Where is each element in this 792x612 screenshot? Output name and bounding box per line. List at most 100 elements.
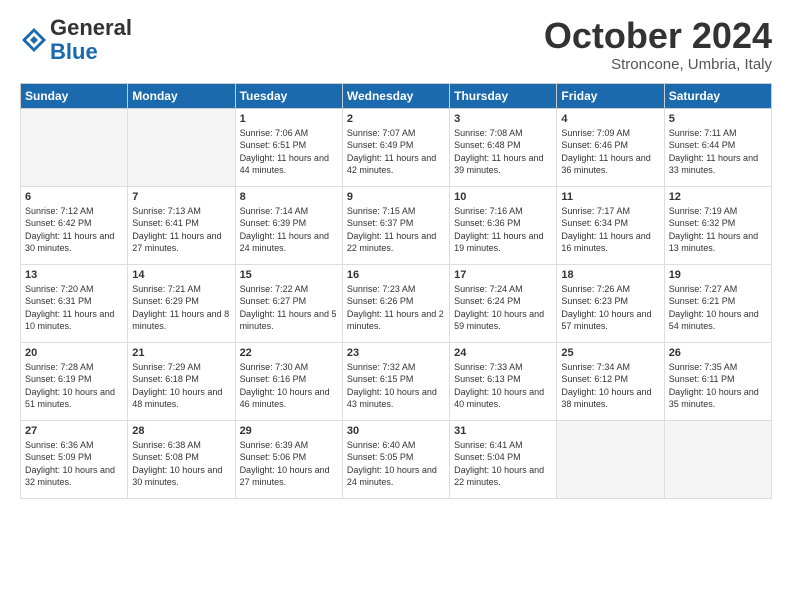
calendar-cell: 9 Sunrise: 7:15 AMSunset: 6:37 PMDaylight… [342,186,449,264]
calendar-cell: 26 Sunrise: 7:35 AMSunset: 6:11 PMDayligh… [664,342,771,420]
calendar-cell: 29Sunrise: 6:39 AMSunset: 5:06 PMDayligh… [235,420,342,498]
calendar-cell: 28Sunrise: 6:38 AMSunset: 5:08 PMDayligh… [128,420,235,498]
calendar-cell: 24 Sunrise: 7:33 AMSunset: 6:13 PMDayligh… [450,342,557,420]
day-number: 29 [240,425,338,437]
day-info: Sunrise: 7:13 AMSunset: 6:41 PMDaylight:… [132,205,230,255]
calendar-week-0: 1 Sunrise: 7:06 AMSunset: 6:51 PMDaylight… [21,108,772,186]
calendar-cell: 13 Sunrise: 7:20 AMSunset: 6:31 PMDayligh… [21,264,128,342]
calendar-week-3: 20 Sunrise: 7:28 AMSunset: 6:19 PMDayligh… [21,342,772,420]
day-info: Sunrise: 7:07 AMSunset: 6:49 PMDaylight:… [347,127,445,177]
day-info: Sunrise: 7:14 AMSunset: 6:39 PMDaylight:… [240,205,338,255]
day-number: 1 [240,113,338,125]
calendar-cell: 8 Sunrise: 7:14 AMSunset: 6:39 PMDaylight… [235,186,342,264]
calendar-cell: 25Sunrise: 7:34 AMSunset: 6:12 PMDayligh… [557,342,664,420]
day-info: Sunrise: 7:15 AMSunset: 6:37 PMDaylight:… [347,205,445,255]
calendar-cell: 21 Sunrise: 7:29 AMSunset: 6:18 PMDayligh… [128,342,235,420]
calendar-cell: 2Sunrise: 7:07 AMSunset: 6:49 PMDaylight… [342,108,449,186]
logo-general-text: General [50,15,132,40]
page-header: General Blue October 2024 Stroncone, Umb… [20,16,772,73]
calendar-cell: 20 Sunrise: 7:28 AMSunset: 6:19 PMDayligh… [21,342,128,420]
day-info: Sunrise: 7:23 AMSunset: 6:26 PMDaylight:… [347,283,445,333]
calendar-cell: 10 Sunrise: 7:16 AMSunset: 6:36 PMDayligh… [450,186,557,264]
calendar-cell: 23Sunrise: 7:32 AMSunset: 6:15 PMDayligh… [342,342,449,420]
calendar-cell: 27 Sunrise: 6:36 AMSunset: 5:09 PMDayligh… [21,420,128,498]
day-number: 11 [561,191,659,203]
day-number: 26 [669,347,767,359]
calendar-cell: 30 Sunrise: 6:40 AMSunset: 5:05 PMDayligh… [342,420,449,498]
day-info: Sunrise: 6:38 AMSunset: 5:08 PMDaylight:… [132,439,230,489]
page-container: General Blue October 2024 Stroncone, Umb… [0,0,792,509]
day-number: 7 [132,191,230,203]
day-number: 22 [240,347,338,359]
day-info: Sunrise: 7:33 AMSunset: 6:13 PMDaylight:… [454,361,552,411]
day-number: 31 [454,425,552,437]
calendar-cell: 18 Sunrise: 7:26 AMSunset: 6:23 PMDayligh… [557,264,664,342]
day-info: Sunrise: 7:12 AMSunset: 6:42 PMDaylight:… [25,205,123,255]
calendar-cell: 19 Sunrise: 7:27 AMSunset: 6:21 PMDayligh… [664,264,771,342]
calendar-cell: 6 Sunrise: 7:12 AMSunset: 6:42 PMDaylight… [21,186,128,264]
day-number: 10 [454,191,552,203]
day-number: 8 [240,191,338,203]
day-info: Sunrise: 7:26 AMSunset: 6:23 PMDaylight:… [561,283,659,333]
day-number: 5 [669,113,767,125]
calendar-cell: 31 Sunrise: 6:41 AMSunset: 5:04 PMDayligh… [450,420,557,498]
calendar-cell: 1 Sunrise: 7:06 AMSunset: 6:51 PMDaylight… [235,108,342,186]
day-number: 30 [347,425,445,437]
calendar-cell: 22 Sunrise: 7:30 AMSunset: 6:16 PMDayligh… [235,342,342,420]
day-number: 25 [561,347,659,359]
header-tuesday: Tuesday [235,83,342,108]
day-number: 14 [132,269,230,281]
logo: General Blue [20,16,132,64]
calendar-cell: 11 Sunrise: 7:17 AMSunset: 6:34 PMDayligh… [557,186,664,264]
day-info: Sunrise: 7:35 AMSunset: 6:11 PMDaylight:… [669,361,767,411]
day-info: Sunrise: 7:09 AMSunset: 6:46 PMDaylight:… [561,127,659,177]
day-number: 27 [25,425,123,437]
day-number: 20 [25,347,123,359]
calendar-cell [21,108,128,186]
day-info: Sunrise: 6:41 AMSunset: 5:04 PMDaylight:… [454,439,552,489]
day-number: 17 [454,269,552,281]
day-number: 15 [240,269,338,281]
logo-icon [20,26,48,54]
day-info: Sunrise: 7:24 AMSunset: 6:24 PMDaylight:… [454,283,552,333]
day-info: Sunrise: 7:27 AMSunset: 6:21 PMDaylight:… [669,283,767,333]
day-info: Sunrise: 7:22 AMSunset: 6:27 PMDaylight:… [240,283,338,333]
day-info: Sunrise: 7:30 AMSunset: 6:16 PMDaylight:… [240,361,338,411]
day-info: Sunrise: 7:17 AMSunset: 6:34 PMDaylight:… [561,205,659,255]
header-wednesday: Wednesday [342,83,449,108]
day-number: 19 [669,269,767,281]
day-number: 9 [347,191,445,203]
day-number: 24 [454,347,552,359]
day-number: 21 [132,347,230,359]
calendar-week-2: 13 Sunrise: 7:20 AMSunset: 6:31 PMDayligh… [21,264,772,342]
day-number: 13 [25,269,123,281]
calendar-cell [664,420,771,498]
day-number: 3 [454,113,552,125]
calendar-table: SundayMondayTuesdayWednesdayThursdayFrid… [20,83,772,499]
day-info: Sunrise: 6:36 AMSunset: 5:09 PMDaylight:… [25,439,123,489]
header-thursday: Thursday [450,83,557,108]
day-info: Sunrise: 7:32 AMSunset: 6:15 PMDaylight:… [347,361,445,411]
day-info: Sunrise: 7:29 AMSunset: 6:18 PMDaylight:… [132,361,230,411]
day-info: Sunrise: 7:06 AMSunset: 6:51 PMDaylight:… [240,127,338,177]
day-info: Sunrise: 7:08 AMSunset: 6:48 PMDaylight:… [454,127,552,177]
day-info: Sunrise: 6:40 AMSunset: 5:05 PMDaylight:… [347,439,445,489]
header-monday: Monday [128,83,235,108]
calendar-cell: 12Sunrise: 7:19 AMSunset: 6:32 PMDayligh… [664,186,771,264]
day-number: 4 [561,113,659,125]
month-title: October 2024 [544,16,772,56]
day-info: Sunrise: 7:28 AMSunset: 6:19 PMDaylight:… [25,361,123,411]
calendar-cell: 17 Sunrise: 7:24 AMSunset: 6:24 PMDayligh… [450,264,557,342]
day-number: 6 [25,191,123,203]
calendar-cell: 7 Sunrise: 7:13 AMSunset: 6:41 PMDaylight… [128,186,235,264]
day-number: 18 [561,269,659,281]
logo-blue-text: Blue [50,39,98,64]
day-info: Sunrise: 7:16 AMSunset: 6:36 PMDaylight:… [454,205,552,255]
calendar-cell: 15 Sunrise: 7:22 AMSunset: 6:27 PMDayligh… [235,264,342,342]
calendar-week-4: 27 Sunrise: 6:36 AMSunset: 5:09 PMDayligh… [21,420,772,498]
day-info: Sunrise: 7:20 AMSunset: 6:31 PMDaylight:… [25,283,123,333]
header-friday: Friday [557,83,664,108]
title-block: October 2024 Stroncone, Umbria, Italy [544,16,772,73]
day-number: 12 [669,191,767,203]
day-info: Sunrise: 7:21 AMSunset: 6:29 PMDaylight:… [132,283,230,333]
